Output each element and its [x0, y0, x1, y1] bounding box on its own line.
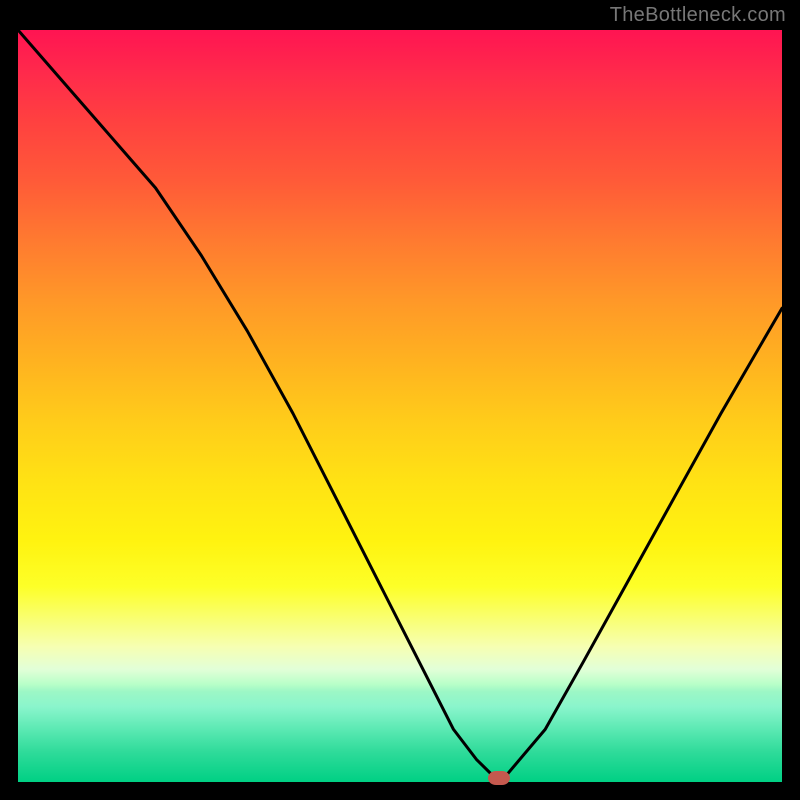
- chart-frame: TheBottleneck.com: [0, 0, 800, 800]
- optimum-marker: [488, 771, 510, 785]
- plot-area: [18, 30, 782, 782]
- watermark-text: TheBottleneck.com: [610, 4, 786, 27]
- bottleneck-curve-path: [18, 30, 782, 775]
- line-series: [18, 30, 782, 782]
